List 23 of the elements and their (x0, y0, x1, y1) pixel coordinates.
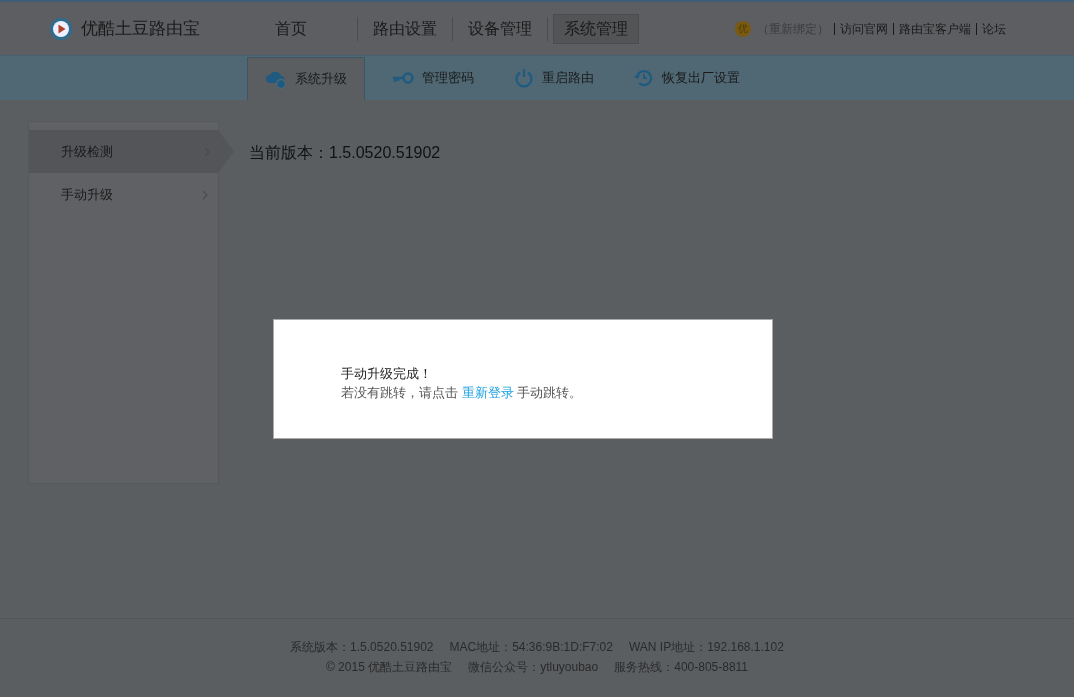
header-link[interactable]: 论坛 (982, 19, 1006, 38)
power-icon (514, 68, 534, 88)
sub-tab[interactable]: 管理密码 (375, 56, 491, 100)
relogin-link[interactable]: 重新登录 (461, 385, 514, 400)
current-version: 当前版本：1.5.0520.51902 (249, 144, 441, 161)
logo-icon (49, 16, 73, 41)
header-link[interactable]: 访问官网 (840, 19, 888, 38)
header-link[interactable]: 路由宝客户端 (899, 19, 971, 38)
sub-tab[interactable]: 系统升级 (247, 57, 365, 100)
sidebar-item[interactable]: 手动升级 (29, 173, 218, 216)
sub-tab[interactable]: 重启路由 (497, 56, 611, 100)
sidebar-item[interactable]: 升级检测 (29, 130, 234, 173)
cloud-icon (265, 69, 287, 89)
sub-tab[interactable]: 恢复出厂设置 (617, 56, 757, 100)
history-icon (634, 68, 654, 88)
nav-tab[interactable]: 路由设置 (363, 13, 447, 44)
dialog-title: 手动升级完成！ (341, 364, 433, 383)
nav-tab[interactable]: 首页 (263, 13, 319, 44)
brand-name: 优酷土豆路由宝 (81, 17, 200, 40)
nav-tab[interactable]: 系统管理 (553, 13, 639, 44)
dialog-message: 若没有跳转，请点击 重新登录 手动跳转。 (341, 384, 584, 402)
nav-tab[interactable]: 设备管理 (458, 13, 542, 44)
key-icon (392, 71, 414, 85)
